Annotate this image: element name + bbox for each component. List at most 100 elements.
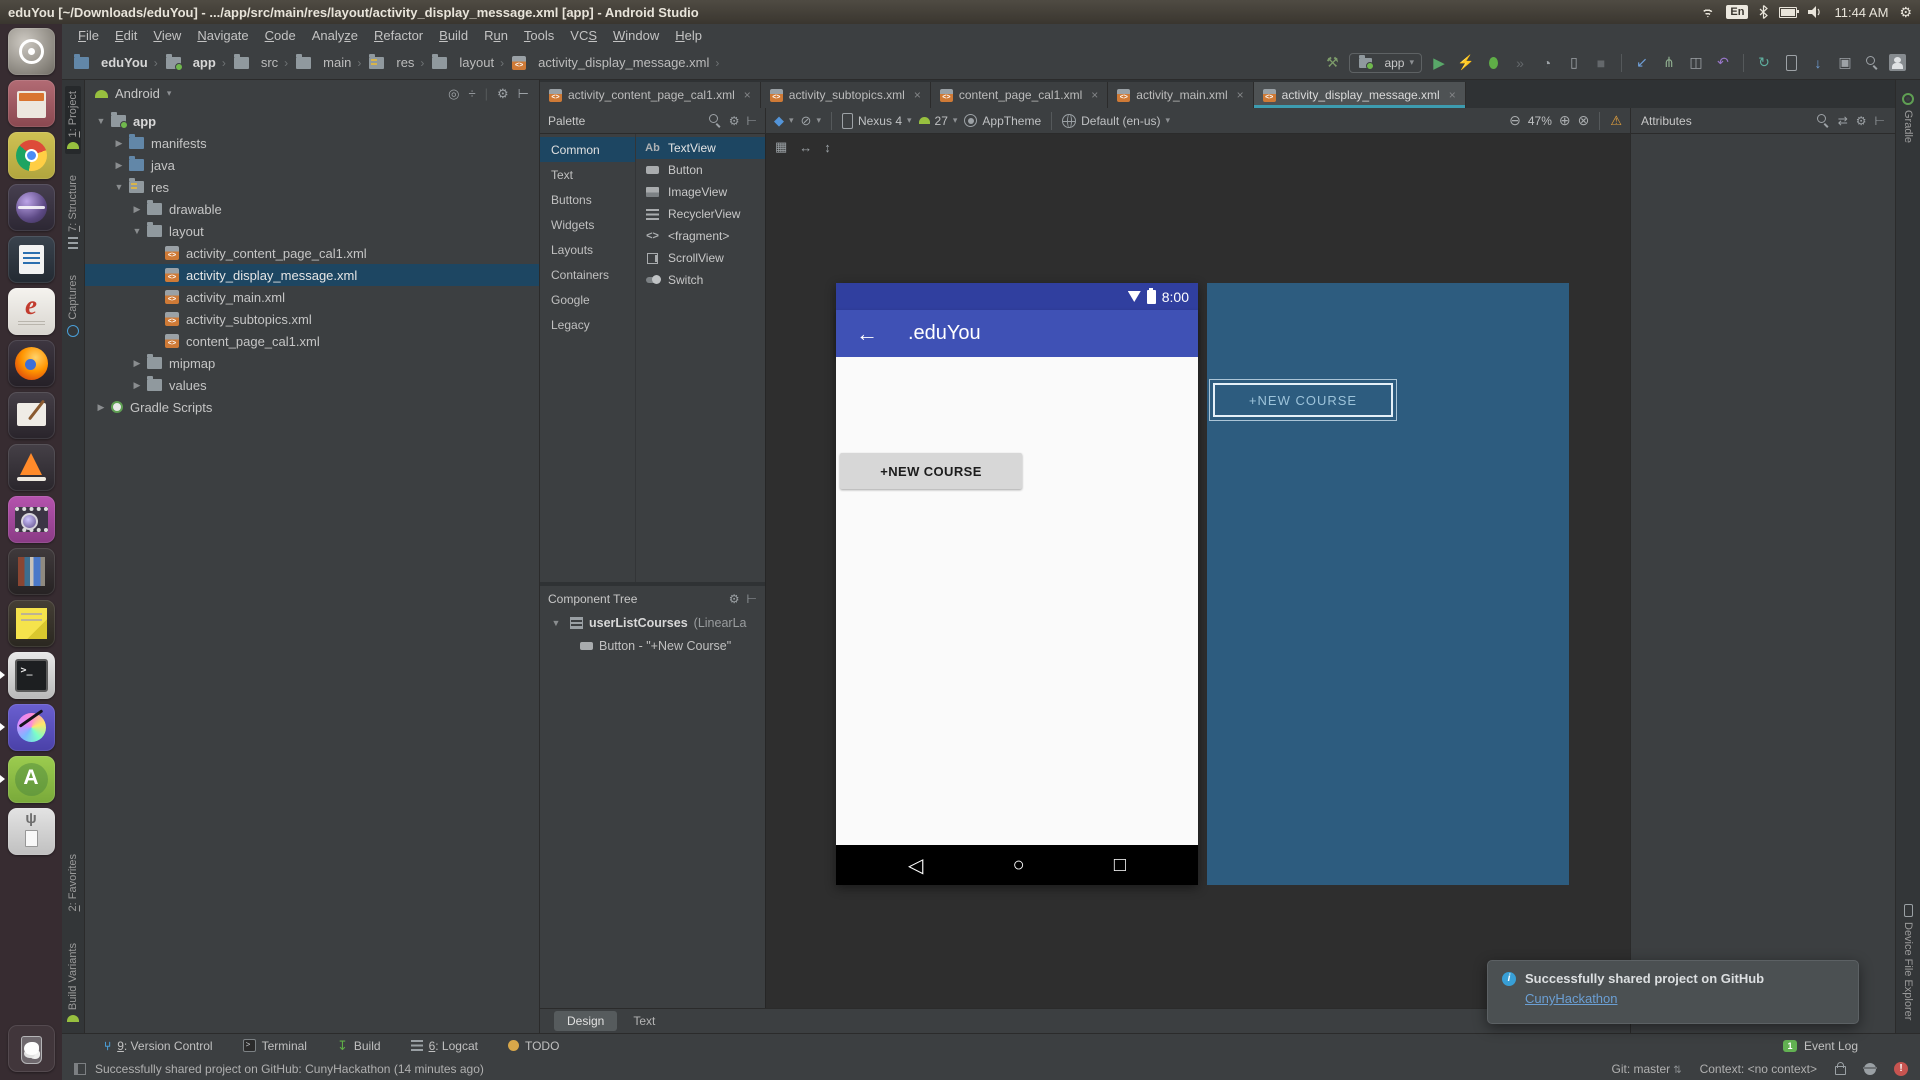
close-icon[interactable]: × bbox=[744, 88, 751, 102]
component-tree-root-item[interactable]: ▼ userListCourses (LinearLa bbox=[540, 611, 765, 634]
tree-item-layout[interactable]: ▼ layout bbox=[85, 220, 539, 242]
krita-icon[interactable] bbox=[0, 704, 55, 751]
zoom-in-icon[interactable]: ⊕ bbox=[1559, 112, 1571, 129]
settings-gear-icon[interactable]: ⚙ bbox=[1856, 114, 1867, 128]
lint-warning-icon[interactable]: ⚠ bbox=[1610, 113, 1622, 129]
menu-code[interactable]: Code bbox=[257, 27, 304, 44]
ubuntu-dash-icon[interactable] bbox=[7, 28, 55, 75]
event-log-button[interactable]: 1 Event Log bbox=[1782, 1039, 1858, 1053]
project-view-selector[interactable]: Android bbox=[115, 86, 160, 101]
tool-tab-captures[interactable]: Captures bbox=[65, 270, 81, 342]
settings-gear-icon[interactable]: ⚙ bbox=[729, 114, 740, 128]
breadcrumb-app[interactable]: app bbox=[164, 53, 216, 71]
palette-item-scrollview[interactable]: ScrollView bbox=[636, 247, 765, 269]
chevron-right-icon[interactable]: ▶ bbox=[129, 204, 145, 215]
palette-category-layouts[interactable]: Layouts bbox=[540, 237, 635, 262]
chevron-right-icon[interactable]: ▶ bbox=[93, 402, 109, 413]
firefox-icon[interactable] bbox=[7, 340, 55, 387]
files-icon[interactable] bbox=[7, 80, 55, 127]
tool-tab-build-variants[interactable]: Build Variants bbox=[65, 938, 81, 1027]
notification-link[interactable]: CunyHackathon bbox=[1525, 991, 1844, 1006]
profile-button[interactable]: » bbox=[1510, 52, 1530, 74]
zoom-out-icon[interactable]: ⊖ bbox=[1509, 112, 1521, 129]
search-everywhere-icon[interactable] bbox=[1862, 52, 1882, 74]
tool-window-button-6-logcat[interactable]: 6: Logcat bbox=[410, 1039, 478, 1053]
tree-item-values[interactable]: ▶ values bbox=[85, 374, 539, 396]
keyboard-layout-indicator[interactable]: En bbox=[1726, 5, 1749, 19]
search-icon[interactable] bbox=[708, 114, 722, 127]
mode-tab-design[interactable]: Design bbox=[554, 1011, 618, 1031]
ide-error-icon[interactable]: ! bbox=[1894, 1061, 1908, 1076]
tree-item-activity-content-page-cal1-xml[interactable]: activity_content_page_cal1.xml bbox=[85, 242, 539, 264]
zoom-fit-icon[interactable]: ⊗ bbox=[1578, 112, 1590, 129]
palette-category-widgets[interactable]: Widgets bbox=[540, 212, 635, 237]
tab-activity-main-xml[interactable]: activity_main.xml × bbox=[1108, 82, 1254, 108]
tree-item-activity-main-xml[interactable]: activity_main.xml bbox=[85, 286, 539, 308]
component-tree-button-item[interactable]: Button - "+New Course" bbox=[540, 634, 765, 657]
palette-item-imageview[interactable]: ImageView bbox=[636, 181, 765, 203]
menu-view[interactable]: View bbox=[145, 27, 189, 44]
menu-analyze[interactable]: Analyze bbox=[304, 27, 366, 44]
menu-build[interactable]: Build bbox=[431, 27, 476, 44]
chevron-down-icon[interactable]: ▼ bbox=[111, 182, 127, 192]
menu-help[interactable]: Help bbox=[667, 27, 710, 44]
palette-item-button[interactable]: Button bbox=[636, 159, 765, 181]
chevron-right-icon[interactable]: ▶ bbox=[111, 160, 127, 171]
breadcrumb-main[interactable]: main bbox=[294, 53, 351, 70]
menu-refactor[interactable]: Refactor bbox=[366, 27, 431, 44]
wifi-icon[interactable] bbox=[1700, 6, 1716, 18]
blueprint-preview[interactable]: +NEW COURSE bbox=[1207, 283, 1569, 885]
terminal-icon[interactable] bbox=[0, 652, 55, 699]
close-icon[interactable]: × bbox=[914, 88, 921, 102]
hide-panel-icon[interactable]: ⊢ bbox=[518, 86, 529, 102]
chevron-right-icon[interactable]: ▶ bbox=[129, 358, 145, 369]
gradle-sync-icon[interactable]: ↻ bbox=[1754, 52, 1774, 74]
blueprint-new-course-button[interactable]: +NEW COURSE bbox=[1209, 379, 1397, 421]
vcs-update-icon[interactable]: ↙ bbox=[1632, 52, 1652, 74]
chevron-expanded-icon[interactable]: ▼ bbox=[548, 618, 564, 628]
chevron-right-icon[interactable]: ▶ bbox=[111, 138, 127, 149]
incognito-icon[interactable] bbox=[1863, 1062, 1877, 1075]
menu-navigate[interactable]: Navigate bbox=[189, 27, 256, 44]
orientation-selector[interactable]: ⊘ ▾ bbox=[801, 113, 821, 129]
usb-creator-icon[interactable] bbox=[7, 808, 55, 855]
tree-item-activity-subtopics-xml[interactable]: activity_subtopics.xml bbox=[85, 308, 539, 330]
palette-category-buttons[interactable]: Buttons bbox=[540, 187, 635, 212]
vertical-resize-icon[interactable]: ↕ bbox=[824, 140, 831, 155]
palette-category-legacy[interactable]: Legacy bbox=[540, 312, 635, 337]
tool-window-button-todo[interactable]: TODO bbox=[507, 1039, 559, 1053]
bluetooth-icon[interactable] bbox=[1759, 5, 1769, 19]
chevron-right-icon[interactable]: ▶ bbox=[129, 380, 145, 391]
collapse-all-icon[interactable]: ÷ bbox=[468, 86, 475, 101]
tab-activity-display-message-xml[interactable]: activity_display_message.xml × bbox=[1253, 82, 1466, 108]
menu-tools[interactable]: Tools bbox=[516, 27, 562, 44]
sticky-notes-icon[interactable] bbox=[7, 600, 55, 647]
device-design-preview[interactable]: 8:00 ← .eduYou +NEW COURSE ◁ ○ □ bbox=[836, 283, 1198, 885]
attach-debugger-icon[interactable]: ▯ bbox=[1564, 52, 1584, 74]
api-level-selector[interactable]: 27 ▾ bbox=[918, 114, 957, 128]
locale-selector[interactable]: Default (en-us) ▾ bbox=[1062, 113, 1170, 128]
menu-edit[interactable]: Edit bbox=[107, 27, 145, 44]
tree-item-app[interactable]: ▼ app bbox=[85, 110, 539, 132]
swap-view-icon[interactable]: ⇄ bbox=[1838, 114, 1848, 128]
tab-activity-content-page-cal1-xml[interactable]: activity_content_page_cal1.xml × bbox=[540, 82, 761, 108]
build-hammer-icon[interactable]: ⚒ bbox=[1322, 52, 1342, 74]
settings-gear-icon[interactable]: ⚙ bbox=[497, 86, 509, 102]
trash-icon[interactable] bbox=[7, 1025, 55, 1072]
tree-item-gradle-scripts[interactable]: ▶ Gradle Scripts bbox=[85, 396, 539, 418]
tool-window-button-build[interactable]: ↧ Build bbox=[337, 1038, 381, 1054]
tab-activity-subtopics-xml[interactable]: activity_subtopics.xml × bbox=[760, 82, 931, 108]
avd-manager-icon[interactable] bbox=[1781, 52, 1801, 74]
stop-button[interactable]: ■ bbox=[1591, 52, 1611, 74]
vcs-share-icon[interactable]: ⋔ bbox=[1659, 52, 1679, 74]
menu-window[interactable]: Window bbox=[605, 27, 667, 44]
tree-item-java[interactable]: ▶ java bbox=[85, 154, 539, 176]
breadcrumb-layout[interactable]: layout bbox=[430, 53, 494, 70]
palette-category-google[interactable]: Google bbox=[540, 287, 635, 312]
tree-item-manifests[interactable]: ▶ manifests bbox=[85, 132, 539, 154]
mode-tab-text[interactable]: Text bbox=[620, 1011, 668, 1031]
user-avatar[interactable] bbox=[1889, 54, 1906, 71]
minimize-panel-icon[interactable]: ⊢ bbox=[747, 114, 757, 128]
video-player-icon[interactable] bbox=[7, 496, 55, 543]
device-selector[interactable]: Nexus 4 ▾ bbox=[841, 112, 912, 129]
